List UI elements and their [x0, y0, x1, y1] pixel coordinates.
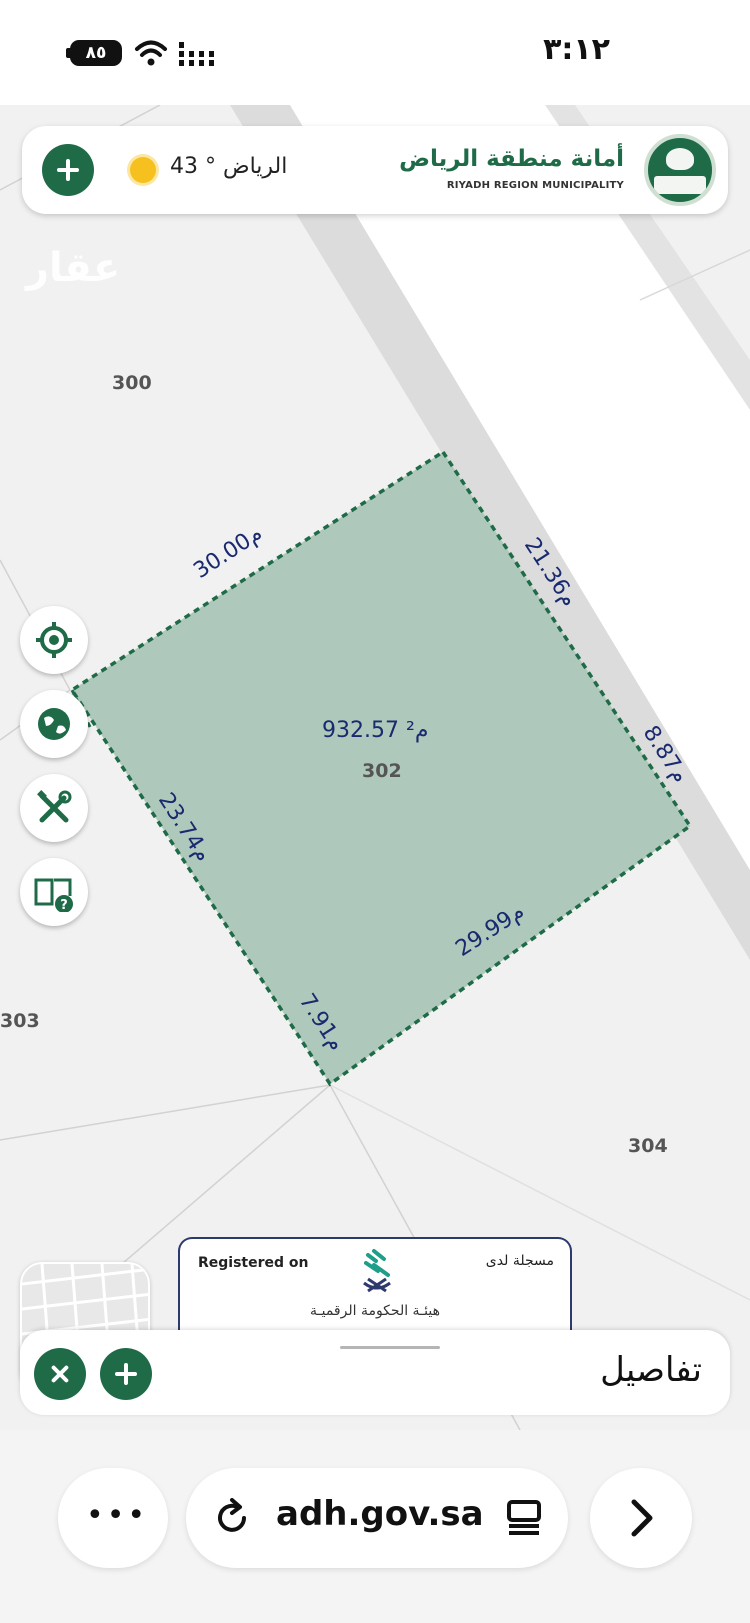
registered-on-label: Registered on — [198, 1255, 309, 1271]
parcel-number-304[interactable]: 304 — [628, 1135, 668, 1157]
help-book-icon: ? — [34, 878, 73, 912]
reload-icon[interactable] — [210, 1496, 254, 1540]
url-text[interactable]: adh.gov.sa — [276, 1494, 484, 1534]
chevron-right-icon — [631, 1499, 653, 1537]
watermark: عقار — [26, 245, 121, 291]
registered-on-label-ar: مسجلة لدى — [485, 1253, 554, 1269]
sun-icon — [130, 157, 156, 183]
tools-icon — [37, 790, 72, 823]
svg-text:?: ? — [60, 898, 68, 912]
municipality-name-ar: أمانة منطقة الرياض — [399, 146, 624, 172]
basemap-button[interactable] — [20, 690, 88, 758]
locate-button[interactable] — [20, 606, 88, 674]
logo-band — [654, 176, 706, 194]
more-button[interactable]: ••• — [58, 1468, 168, 1568]
parcel-number-303[interactable]: 303 — [0, 1010, 40, 1032]
weather-text: الرياض ° 43 — [170, 154, 288, 179]
logo-figure — [666, 148, 694, 170]
parcel-number-302[interactable]: 302 — [362, 760, 402, 782]
dga-name: هيئـة الحكومة الرقميـة — [310, 1303, 440, 1319]
municipality-name-en: RIYADH REGION MUNICIPALITY — [446, 180, 624, 191]
battery-indicator: ٨٥ — [70, 40, 122, 66]
reader-icon[interactable] — [504, 1498, 544, 1538]
globe-icon — [38, 708, 70, 740]
details-title: تفاصيل — [600, 1350, 702, 1390]
status-time: ٣:١٢ — [543, 32, 610, 67]
dga-emblem-icon — [363, 1249, 391, 1293]
browser-toolbar: ••• adh.gov.sa — [0, 1430, 750, 1623]
help-guide-button[interactable]: ? — [20, 858, 88, 926]
parcel-number-300[interactable]: 300 — [112, 372, 152, 394]
close-details-button[interactable] — [34, 1348, 86, 1400]
address-bar[interactable]: adh.gov.sa — [186, 1468, 568, 1568]
municipality-logo[interactable] — [644, 134, 716, 206]
parcel-area: 932.57 م² — [322, 718, 429, 743]
details-add-button[interactable] — [100, 1348, 152, 1400]
registration-card: Registered on مسجلة لدى هيئـة الحكومة ال… — [178, 1237, 572, 1332]
forward-button[interactable] — [590, 1468, 692, 1568]
signal-icon — [179, 42, 214, 66]
status-bar: ٨٥ ٣:١٢ — [0, 0, 750, 105]
details-sheet[interactable]: تفاصيل — [20, 1330, 730, 1415]
locate-icon — [36, 622, 72, 658]
header-card: الرياض ° 43 أمانة منطقة الرياض RIYADH RE… — [22, 126, 728, 214]
wifi-icon — [135, 40, 167, 66]
header-add-button[interactable] — [42, 144, 94, 196]
sheet-grab-handle[interactable] — [340, 1346, 440, 1349]
tools-button[interactable] — [20, 774, 88, 842]
more-icon: ••• — [86, 1498, 149, 1533]
